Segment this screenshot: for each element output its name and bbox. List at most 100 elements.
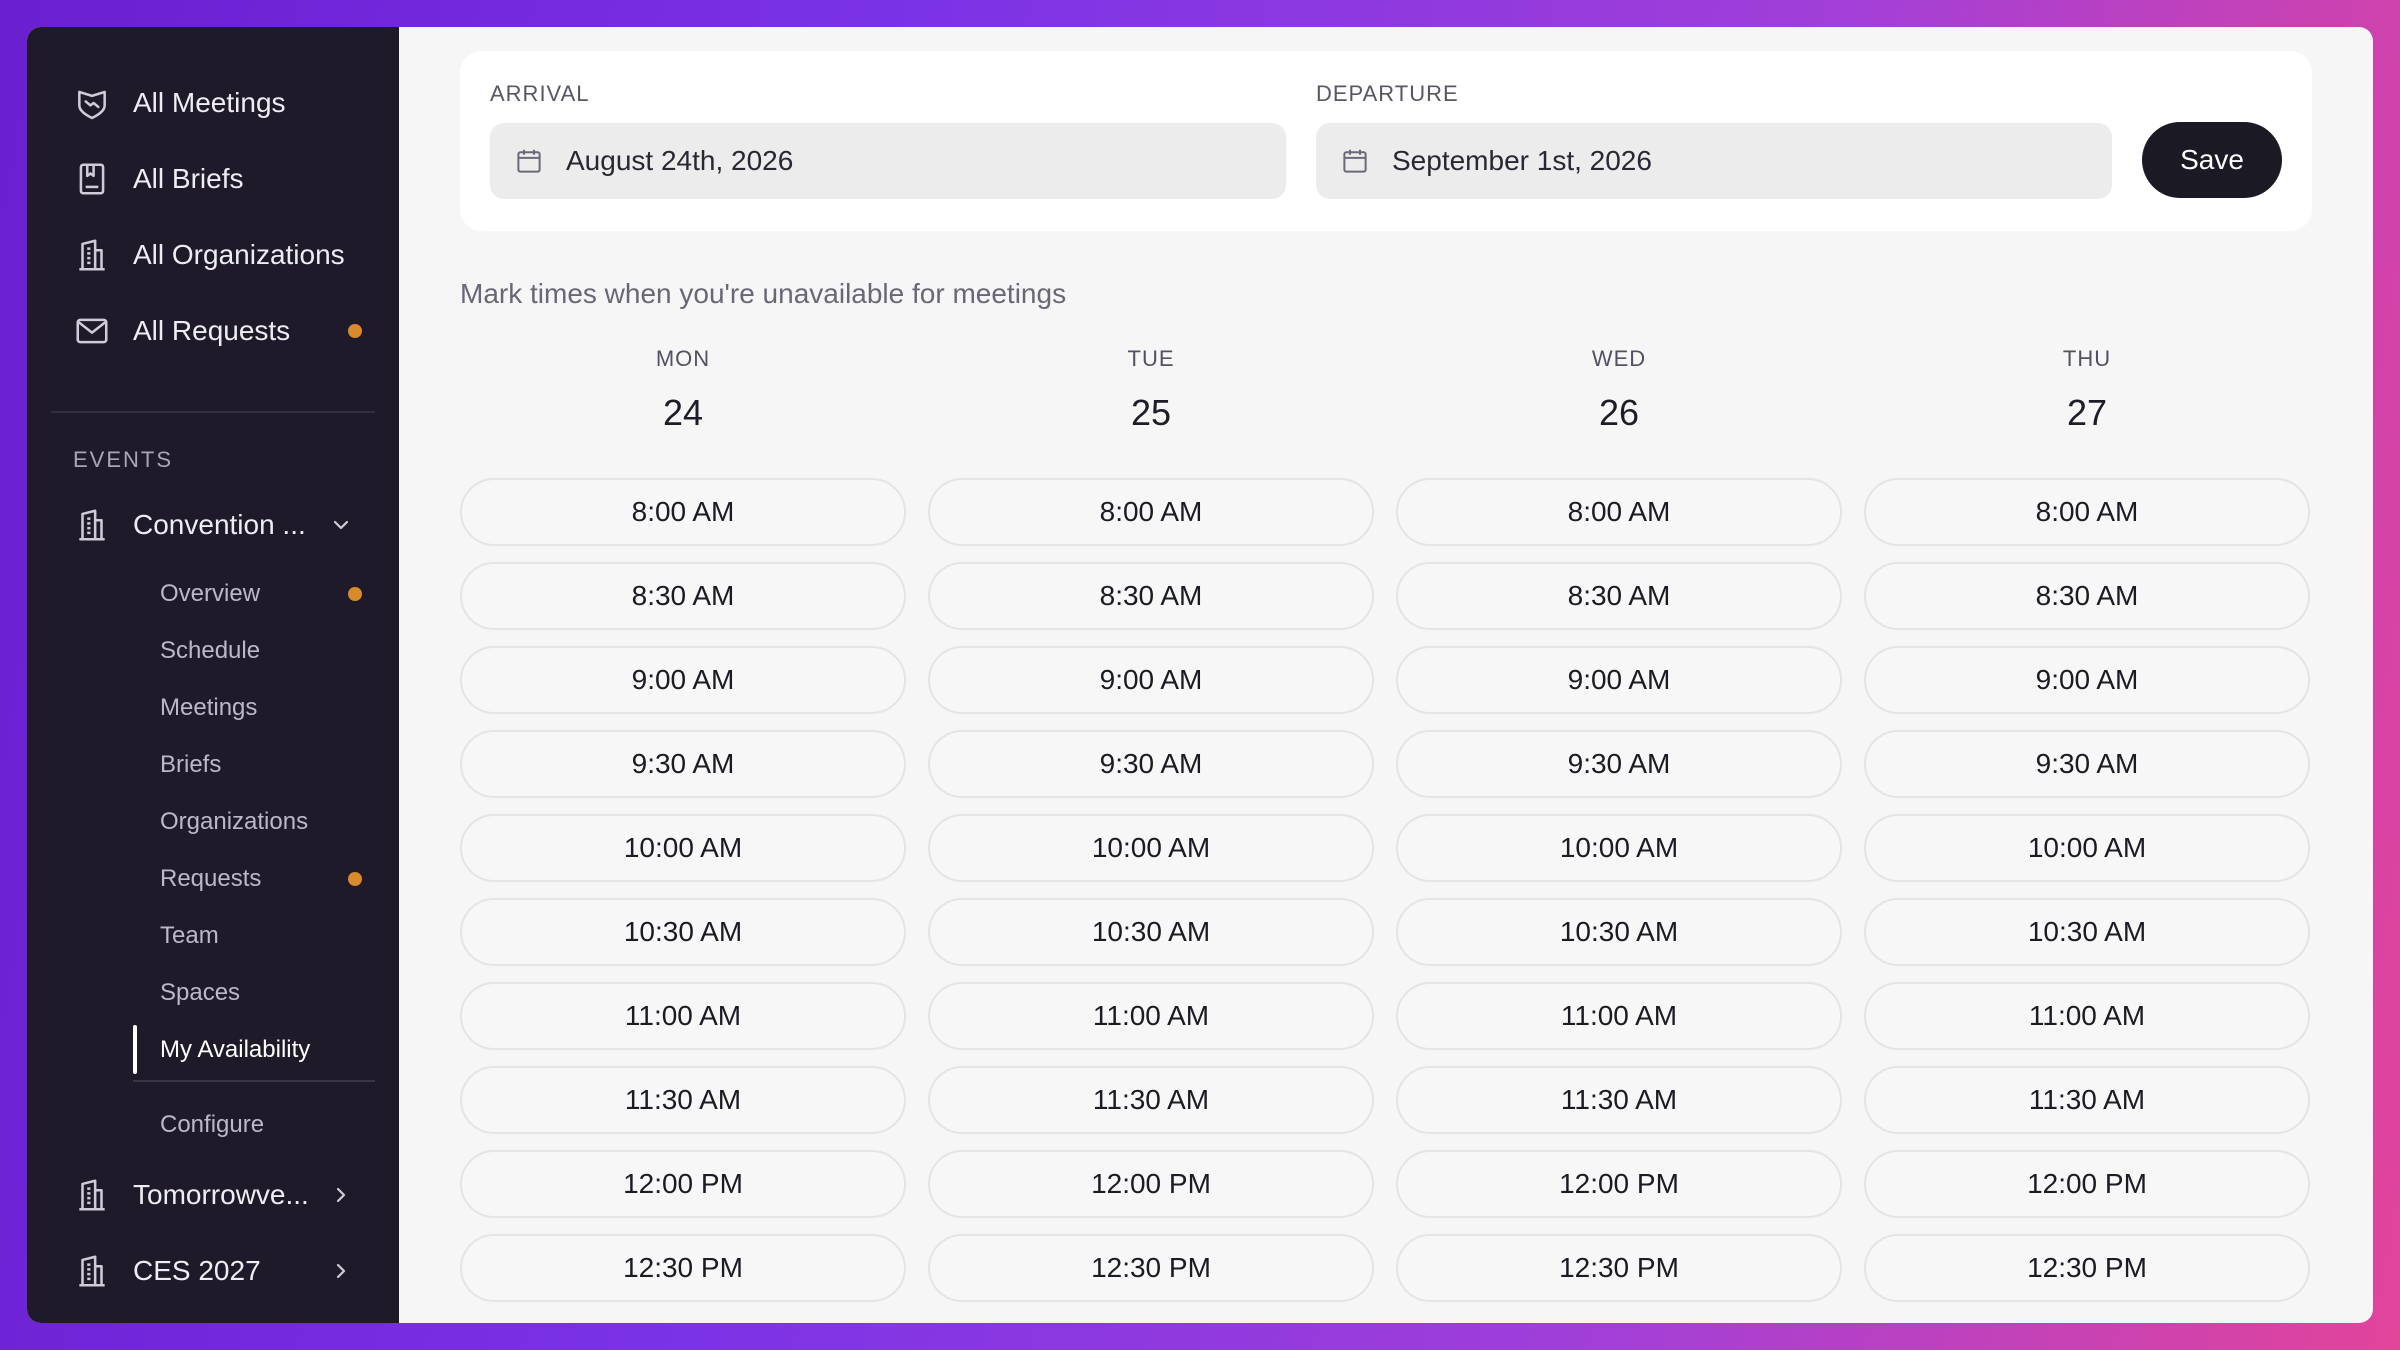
sub-item-label: My Availability	[160, 1035, 311, 1063]
building-icon	[73, 1252, 111, 1290]
sidebar-item-requests[interactable]: Requests	[27, 850, 399, 907]
time-slot-button[interactable]: 10:00 AM	[460, 814, 906, 882]
chevron-down-icon[interactable]	[329, 513, 353, 537]
sub-item-label: Overview	[160, 579, 261, 607]
departure-date-value: September 1st, 2026	[1392, 145, 1652, 176]
sidebar-event-ces-2027[interactable]: CES 2027	[27, 1233, 399, 1309]
time-slot-button[interactable]: 8:30 AM	[460, 562, 906, 630]
sidebar-item-my-availability[interactable]: My Availability	[27, 1021, 399, 1078]
time-slot-button[interactable]: 8:00 AM	[460, 478, 906, 546]
sidebar-divider	[51, 411, 375, 413]
time-slot-button[interactable]: 12:30 PM	[1864, 1234, 2310, 1302]
sidebar-item-configure[interactable]: Configure	[27, 1096, 399, 1153]
arrival-label: ARRIVAL	[490, 81, 590, 106]
time-slot-button[interactable]: 12:30 PM	[928, 1234, 1374, 1302]
calendar-icon	[514, 146, 544, 176]
sidebar-item-all-requests[interactable]: All Requests	[27, 293, 399, 369]
sub-item-label: Briefs	[160, 750, 222, 778]
day-number: 24	[662, 392, 704, 433]
time-slot-button[interactable]: 10:30 AM	[1396, 898, 1842, 966]
day-of-week: WED	[1591, 346, 1647, 371]
time-slot-button[interactable]: 11:00 AM	[1396, 982, 1842, 1050]
time-slot-button[interactable]: 9:00 AM	[1864, 646, 2310, 714]
day-of-week: TUE	[1127, 346, 1175, 371]
sidebar-item-all-meetings[interactable]: All Meetings	[27, 65, 399, 141]
building-icon	[73, 1176, 111, 1214]
time-slot-button[interactable]: 12:30 PM	[460, 1234, 906, 1302]
sub-item-label: Spaces	[160, 978, 241, 1006]
sidebar-item-meetings[interactable]: Meetings	[27, 679, 399, 736]
day-column: WED 26 8:00 AM 8:30 AM 9:00 AM 9:30 AM 10:00 A…	[1396, 346, 1842, 1318]
time-slot-button[interactable]: 9:30 AM	[1396, 730, 1842, 798]
time-slot-button[interactable]: 8:30 AM	[1864, 562, 2310, 630]
day-of-week: MON	[655, 346, 711, 371]
calendar-icon	[1340, 146, 1370, 176]
chevron-right-icon[interactable]	[329, 1259, 353, 1283]
notification-dot	[348, 586, 362, 601]
sidebar-item-label: All Meetings	[133, 87, 286, 118]
sidebar-item-overview[interactable]: Overview	[27, 565, 399, 622]
time-slot-button[interactable]: 8:30 AM	[928, 562, 1374, 630]
helper-text: Mark times when you're unavailable for m…	[460, 278, 1067, 309]
time-slot-button[interactable]: 10:30 AM	[928, 898, 1374, 966]
time-slot-button[interactable]: 10:00 AM	[1864, 814, 2310, 882]
day-number: 27	[2066, 392, 2108, 433]
time-slot-button[interactable]: 11:30 AM	[1864, 1066, 2310, 1134]
notification-dot	[348, 324, 362, 338]
time-slot-button[interactable]: 9:30 AM	[460, 730, 906, 798]
time-slot-button[interactable]: 9:00 AM	[460, 646, 906, 714]
time-slot-button[interactable]: 12:30 PM	[1396, 1234, 1842, 1302]
date-range-card: ARRIVAL August 24th, 2026 DEPARTURE Sept…	[460, 51, 2312, 231]
sidebar-event-convention[interactable]: Convention ...	[27, 487, 399, 563]
save-button[interactable]: Save	[2142, 122, 2282, 198]
time-slot-button[interactable]: 12:00 PM	[1396, 1150, 1842, 1218]
time-slot-button[interactable]: 9:00 AM	[928, 646, 1374, 714]
time-slot-button[interactable]: 8:30 AM	[1396, 562, 1842, 630]
time-slot-button[interactable]: 12:00 PM	[1864, 1150, 2310, 1218]
time-slot-button[interactable]: 11:30 AM	[460, 1066, 906, 1134]
sidebar-event-tomorrowverse[interactable]: Tomorrowve...	[27, 1157, 399, 1233]
chevron-right-icon[interactable]	[329, 1183, 353, 1207]
sidebar-item-all-briefs[interactable]: All Briefs	[27, 141, 399, 217]
departure-date-input[interactable]: September 1st, 2026	[1316, 123, 2112, 199]
day-of-week: THU	[2062, 346, 2112, 371]
time-slot-button[interactable]: 10:30 AM	[1864, 898, 2310, 966]
sidebar-item-all-organizations[interactable]: All Organizations	[27, 217, 399, 293]
time-slot-button[interactable]: 11:00 AM	[460, 982, 906, 1050]
sidebar-item-schedule[interactable]: Schedule	[27, 622, 399, 679]
sidebar-item-spaces[interactable]: Spaces	[27, 964, 399, 1021]
time-slot-button[interactable]: 12:00 PM	[928, 1150, 1374, 1218]
day-number: 26	[1598, 392, 1640, 433]
time-slot-button[interactable]: 11:00 AM	[1864, 982, 2310, 1050]
time-slot-button[interactable]: 9:00 AM	[1396, 646, 1842, 714]
time-slot-button[interactable]: 12:00 PM	[460, 1150, 906, 1218]
time-slot-button[interactable]: 8:00 AM	[928, 478, 1374, 546]
sidebar-item-briefs[interactable]: Briefs	[27, 736, 399, 793]
time-slot-list: 8:00 AM 8:30 AM 9:00 AM 9:30 AM 10:00 AM 10:3…	[928, 478, 1374, 1302]
building-icon	[73, 506, 111, 544]
time-slot-button[interactable]: 8:00 AM	[1396, 478, 1842, 546]
time-slot-button[interactable]: 9:30 AM	[1864, 730, 2310, 798]
sidebar: All Meetings All Briefs All Organization…	[27, 27, 399, 1323]
sidebar-item-organizations[interactable]: Organizations	[27, 793, 399, 850]
time-slot-button[interactable]: 11:00 AM	[928, 982, 1374, 1050]
sidebar-item-label: All Requests	[133, 315, 291, 346]
sidebar-item-team[interactable]: Team	[27, 907, 399, 964]
time-slot-button[interactable]: 10:00 AM	[928, 814, 1374, 882]
time-slot-button[interactable]: 9:30 AM	[928, 730, 1374, 798]
time-slot-button[interactable]: 10:30 AM	[460, 898, 906, 966]
notebook-icon	[73, 160, 111, 198]
availability-grid: MON 24 8:00 AM 8:30 AM 9:00 AM 9:30 AM 10:00 A…	[460, 346, 2312, 1318]
mail-icon	[73, 312, 111, 350]
sub-item-label: Organizations	[160, 807, 309, 835]
departure-label: DEPARTURE	[1316, 81, 1459, 106]
time-slot-button[interactable]: 11:30 AM	[928, 1066, 1374, 1134]
time-slot-list: 8:00 AM 8:30 AM 9:00 AM 9:30 AM 10:00 AM 10:3…	[460, 478, 906, 1302]
time-slot-button[interactable]: 10:00 AM	[1396, 814, 1842, 882]
day-column: TUE 25 8:00 AM 8:30 AM 9:00 AM 9:30 AM 10:00 A…	[928, 346, 1374, 1318]
event-label: Tomorrowve...	[133, 1179, 309, 1210]
arrival-date-input[interactable]: August 24th, 2026	[490, 123, 1286, 199]
time-slot-button[interactable]: 8:00 AM	[1864, 478, 2310, 546]
time-slot-button[interactable]: 11:30 AM	[1396, 1066, 1842, 1134]
building-icon	[73, 236, 111, 274]
